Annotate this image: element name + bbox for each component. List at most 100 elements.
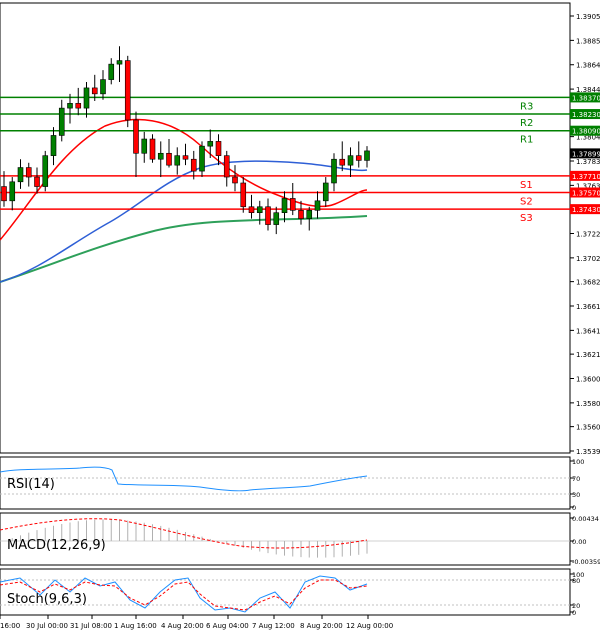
price-tick-label: 1.36005 xyxy=(576,376,600,384)
price-chart: R3 R2 R1 S1 S2 S3 RSI(14) MACD(12,26,9) Stoch… xyxy=(0,0,600,633)
time-tick-label: 6 Aug 04:00 xyxy=(206,622,249,630)
level-price-text-r2: 1.38230 xyxy=(572,111,600,119)
candle-bull xyxy=(42,155,49,187)
rsi-label: RSI(14) xyxy=(7,477,55,492)
level-price-text-s3: 1.37430 xyxy=(572,206,600,214)
level-price-text-r3: 1.38370 xyxy=(572,94,600,102)
time-tick-label: 8 Aug 20:00 xyxy=(300,622,343,630)
candle-bull xyxy=(281,198,288,214)
candle-bear xyxy=(240,182,247,208)
rsi-tick-label: 0 xyxy=(572,504,576,512)
candle-bear xyxy=(75,103,82,109)
time-tick-label: 12 Aug 00:00 xyxy=(346,622,393,630)
candle-bull xyxy=(67,103,73,109)
level-label-r3: R3 xyxy=(520,101,533,112)
main-price-pane: R3 R2 R1 S1 S2 S3 xyxy=(0,2,571,454)
candle-bull xyxy=(174,155,181,166)
price-tick-label: 1.36615 xyxy=(576,303,600,311)
current-price-text: 1.37899 xyxy=(572,150,600,158)
price-tick-label: 1.35800 xyxy=(576,400,600,408)
candle-bear xyxy=(298,210,304,219)
candle-bull xyxy=(116,60,123,65)
level-label-s1: S1 xyxy=(520,180,533,191)
price-tick-label: 1.35395 xyxy=(576,448,600,456)
macd-tick-label: 0.00 xyxy=(572,538,586,546)
price-tick-label: 1.35600 xyxy=(576,424,600,432)
candle-bull xyxy=(17,167,24,183)
price-tick-label: 1.38645 xyxy=(576,62,600,70)
candle-bear xyxy=(215,141,222,156)
candle-bull xyxy=(314,200,321,211)
stoch-pane: Stoch(9,6,3) xyxy=(0,568,571,616)
candle-bull xyxy=(100,79,106,95)
candle-bull xyxy=(331,158,337,184)
candle-bear xyxy=(248,206,255,214)
level-label-r1: R1 xyxy=(520,135,533,146)
candle-bear xyxy=(265,206,271,225)
candle-bear xyxy=(1,186,7,202)
candle-bear xyxy=(289,198,296,211)
candle-bull xyxy=(9,181,16,202)
main-pane-frame xyxy=(0,2,571,454)
candle-bear xyxy=(190,158,197,172)
level-label-r2: R2 xyxy=(520,118,533,129)
candle-bull xyxy=(199,145,205,172)
time-tick-label: 4 Aug 20:00 xyxy=(161,622,204,630)
candle-bull xyxy=(50,135,57,156)
candle-bear xyxy=(124,60,131,121)
candle-bull xyxy=(141,138,148,154)
time-tick-label: 7 Aug 12:00 xyxy=(252,622,295,630)
candle-bear xyxy=(133,119,139,154)
rsi-tick-label: 70 xyxy=(572,475,580,483)
macd-tick-label: 0.00434 xyxy=(572,515,599,523)
macd-tick-label: -0.003597 xyxy=(572,558,600,566)
level-price-text-s1: 1.37710 xyxy=(572,173,600,181)
time-tick-label: 31 Jul 08:00 xyxy=(70,622,112,630)
candle-bear xyxy=(223,155,230,178)
candle-bull xyxy=(273,212,280,225)
rsi-pane-frame xyxy=(0,456,571,510)
price-tick-label: 1.39055 xyxy=(576,13,600,21)
candle-bull xyxy=(256,206,263,214)
rsi-pane: RSI(14) xyxy=(0,456,571,510)
price-tick-label: 1.37225 xyxy=(576,231,600,239)
candle-bear xyxy=(182,155,189,160)
rsi-tick-label: 30 xyxy=(572,491,580,499)
candle-bear xyxy=(91,87,98,95)
candle-bull xyxy=(347,155,354,166)
candle-bull xyxy=(108,63,115,80)
price-tick-label: 1.38850 xyxy=(576,37,600,45)
candle-bull xyxy=(322,182,329,202)
candle-bull xyxy=(58,107,65,136)
stoch-tick-label: 0 xyxy=(572,609,576,617)
candle-bull xyxy=(83,87,90,109)
candle-bull xyxy=(207,141,214,147)
time-tick-label: 1 Aug 16:00 xyxy=(114,622,157,630)
level-price-text-r1: 1.38090 xyxy=(572,128,600,136)
price-tick-label: 1.36210 xyxy=(576,351,600,359)
price-tick-label: 1.37835 xyxy=(576,158,600,166)
candle-bear xyxy=(166,152,172,166)
candle-bull xyxy=(306,210,313,219)
price-tick-label: 1.36410 xyxy=(576,327,600,335)
rsi-tick-label: 100 xyxy=(572,458,584,466)
level-label-s3: S3 xyxy=(520,213,533,224)
level-price-text-s2: 1.37570 xyxy=(572,189,600,197)
stoch-label: Stoch(9,6,3) xyxy=(7,592,87,607)
time-tick-label: 16:00 xyxy=(0,622,20,630)
stoch-tick-label: 80 xyxy=(572,577,580,585)
macd-pane: MACD(12,26,9) xyxy=(0,512,571,566)
candle-bear xyxy=(339,158,346,166)
price-tick-label: 1.37020 xyxy=(576,255,600,263)
candle-bear xyxy=(355,155,362,161)
candle-bear xyxy=(232,176,238,184)
candle-bull xyxy=(364,150,370,161)
time-tick-label: 30 Jul 00:00 xyxy=(26,622,68,630)
candle-bear xyxy=(25,167,32,178)
candle-bull xyxy=(157,152,164,160)
candle-bear xyxy=(149,138,156,160)
candle-bear xyxy=(34,176,40,187)
price-tick-label: 1.36820 xyxy=(576,279,600,287)
macd-label: MACD(12,26,9) xyxy=(7,538,106,553)
level-label-s2: S2 xyxy=(520,196,533,207)
